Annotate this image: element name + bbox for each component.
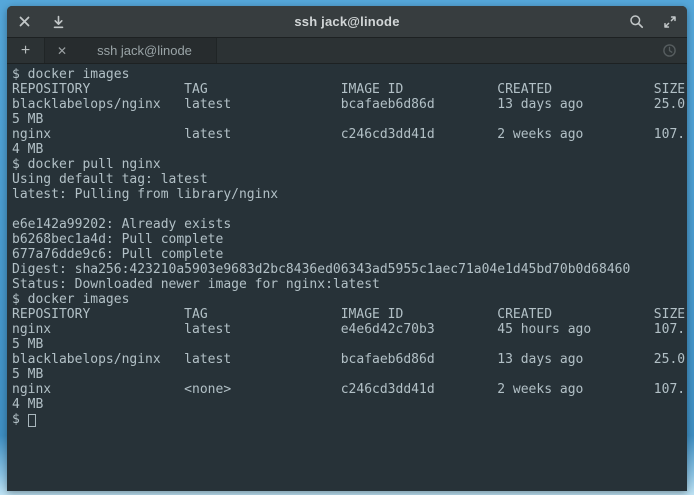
history-clock-icon [662,43,677,58]
terminal-window: ssh jack@linode + ✕ ssh [7,6,687,491]
tab-close-button[interactable]: ✕ [53,44,71,58]
new-tab-button[interactable]: + [7,38,45,63]
terminal-line: REPOSITORY TAG IMAGE ID CREATED SIZE [12,82,687,97]
tab-label: ssh jack@linode [81,43,208,58]
terminal-line: $ docker images [12,67,687,82]
terminal-line: 5 MB [12,367,687,382]
plus-icon: + [21,42,30,60]
download-icon [52,15,65,29]
terminal-line: 4 MB [12,397,687,412]
terminal-line: REPOSITORY TAG IMAGE ID CREATED SIZE [12,307,687,322]
close-icon: ✕ [57,44,67,58]
terminal-line: nginx latest c246cd3dd41d 2 weeks ago 10… [12,127,687,142]
terminal-line: nginx latest e4e6d42c70b3 45 hours ago 1… [12,322,687,337]
titlebar-right-buttons [587,6,687,38]
download-button[interactable] [41,6,75,38]
titlebar-left-buttons [7,6,107,38]
search-button[interactable] [619,6,653,38]
terminal-line: $ docker pull nginx [12,157,687,172]
terminal-cursor[interactable] [28,414,36,427]
terminal-line: blacklabelops/nginx latest bcafaeb6d86d … [12,352,687,367]
close-window-button[interactable] [7,6,41,38]
terminal-line: $ docker images [12,292,687,307]
close-icon [19,16,30,27]
terminal-line: 4 MB [12,142,687,157]
terminal-line: blacklabelops/nginx latest bcafaeb6d86d … [12,97,687,112]
tab-ssh-session[interactable]: ✕ ssh jack@linode [45,38,217,63]
history-button[interactable] [651,38,687,63]
tabbar: + ✕ ssh jack@linode [7,38,687,64]
prompt-line: $ [12,412,687,427]
maximize-button[interactable] [653,6,687,38]
terminal-line: Status: Downloaded newer image for nginx… [12,277,687,292]
terminal-line [12,202,687,217]
terminal-output[interactable]: $ docker images REPOSITORY TAG IMAGE ID … [7,64,687,491]
tabbar-spacer [217,38,651,63]
search-icon [629,14,644,29]
terminal-line: Using default tag: latest [12,172,687,187]
terminal-line: e6e142a99202: Already exists [12,217,687,232]
terminal-line: Digest: sha256:423210a5903e9683d2bc8436e… [12,262,687,277]
terminal-line: latest: Pulling from library/nginx [12,187,687,202]
terminal-line: 5 MB [12,337,687,352]
window-title: ssh jack@linode [107,14,587,29]
titlebar: ssh jack@linode [7,6,687,38]
terminal-line: 5 MB [12,112,687,127]
terminal-line: nginx <none> c246cd3dd41d 2 weeks ago 10… [12,382,687,397]
terminal-line: 677a76dde9c6: Pull complete [12,247,687,262]
terminal-line: b6268bec1a4d: Pull complete [12,232,687,247]
expand-icon [663,15,677,29]
shell-prompt: $ [12,412,28,427]
